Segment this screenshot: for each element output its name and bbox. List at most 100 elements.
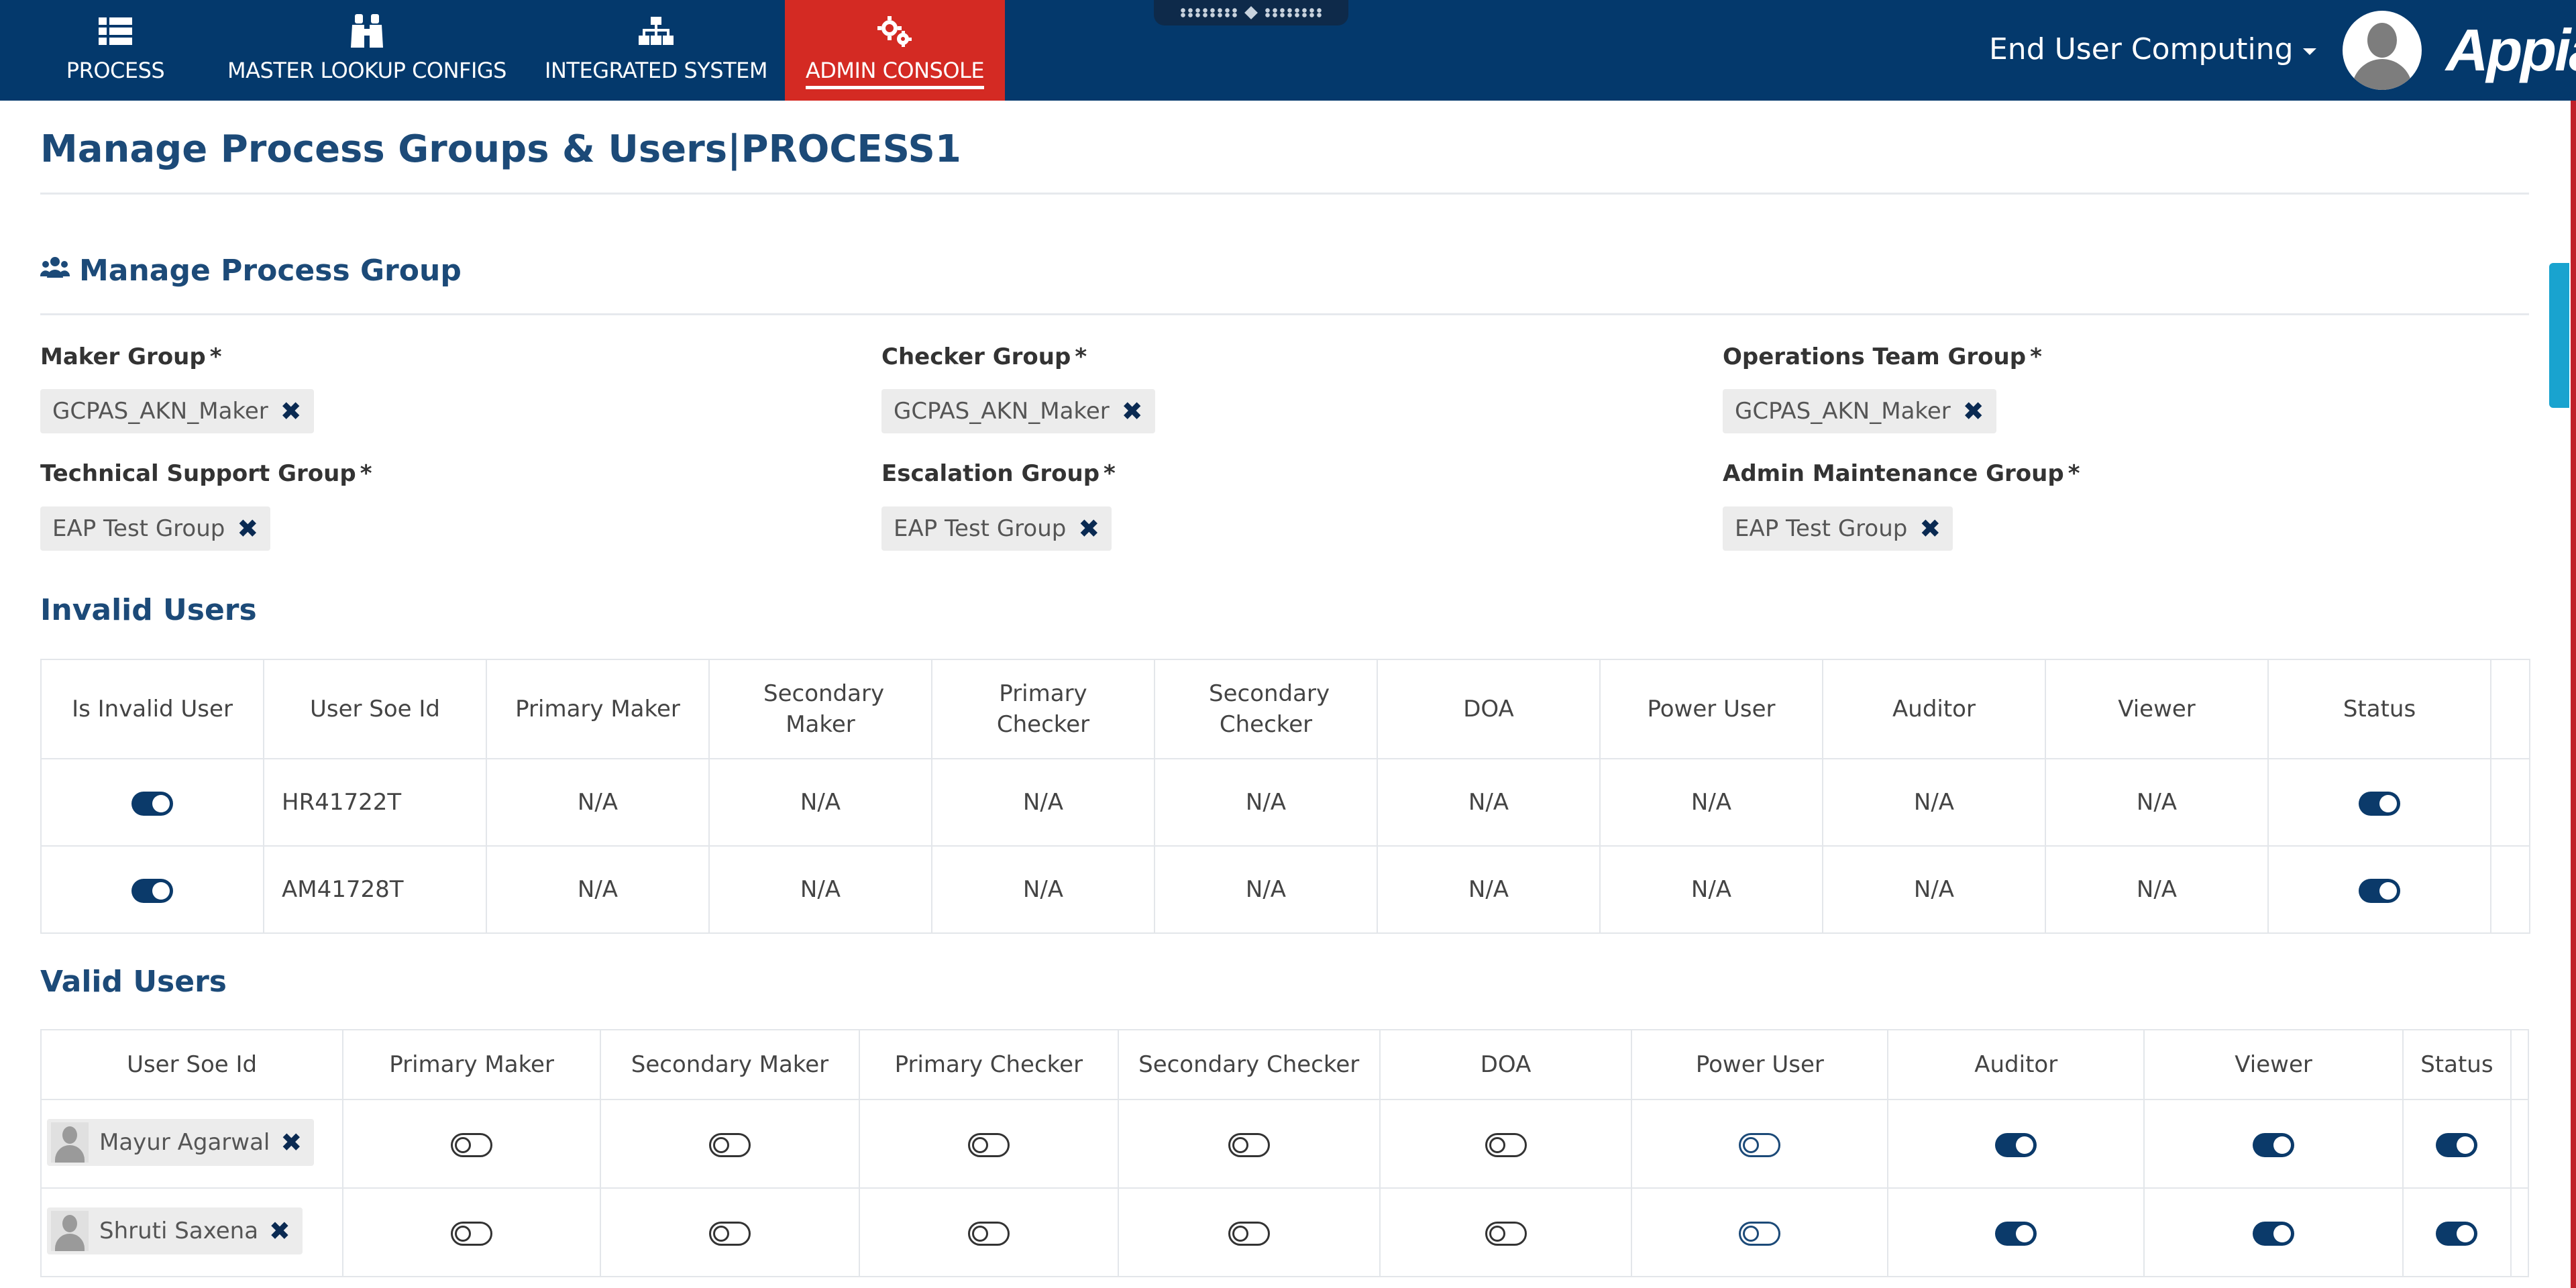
column-header-empty — [2490, 659, 2530, 759]
nav-item-master-lookup-configs[interactable]: MASTER LOOKUP CONFIGS — [225, 0, 508, 101]
is-invalid-user-toggle[interactable] — [131, 878, 173, 903]
sitemap-icon — [639, 17, 674, 46]
avatar[interactable] — [2343, 11, 2422, 90]
status-toggle[interactable] — [2359, 791, 2400, 816]
nav-item-process[interactable]: PROCESS — [35, 0, 196, 101]
column-header: User Soe Id — [263, 659, 487, 759]
remove-icon[interactable]: ✖ — [1919, 514, 1941, 543]
column-header-empty — [2510, 1029, 2530, 1100]
column-header: Secondary Maker — [600, 1029, 860, 1100]
chip-label: EAP Test Group — [1735, 515, 1908, 542]
grip-dots-icon — [1179, 8, 1238, 17]
secondary-maker-toggle[interactable] — [708, 1221, 751, 1246]
secondary-maker-toggle[interactable] — [708, 1132, 751, 1157]
column-header: Primary Checker — [931, 659, 1155, 759]
primary-maker-value: N/A — [486, 758, 710, 847]
status-toggle[interactable] — [2436, 1132, 2478, 1157]
chip-label: EAP Test Group — [52, 515, 225, 542]
doa-toggle[interactable] — [1485, 1221, 1527, 1246]
checker-group-label: Checker Group * — [881, 343, 1087, 370]
secondary-checker-value: N/A — [1154, 845, 1378, 934]
column-header: Power User — [1599, 659, 1823, 759]
diamond-icon — [1244, 6, 1258, 19]
chip-label: GCPAS_AKN_Maker — [52, 398, 268, 425]
remove-icon[interactable]: ✖ — [280, 1128, 302, 1157]
secondary-checker-toggle[interactable] — [1228, 1221, 1270, 1246]
remove-icon[interactable]: ✖ — [1078, 514, 1099, 543]
status-toggle[interactable] — [2436, 1221, 2478, 1246]
binoculars-icon — [350, 14, 384, 48]
drag-handle[interactable] — [1154, 0, 1348, 25]
user-soe-id: AM41728T — [263, 845, 487, 934]
users-group-icon — [40, 254, 70, 288]
user-chip: Mayur Agarwal ✖ — [47, 1119, 315, 1166]
column-header: Secondary Checker — [1117, 1029, 1381, 1100]
viewer-toggle[interactable] — [2253, 1221, 2295, 1246]
auditor-toggle[interactable] — [1995, 1132, 2037, 1157]
doa-value: N/A — [1377, 845, 1601, 934]
user-soe-id: HR41722T — [263, 758, 487, 847]
nav-item-admin-console[interactable]: ADMIN CONSOLE — [785, 0, 1005, 101]
viewer-toggle[interactable] — [2253, 1132, 2295, 1157]
nav-label-process: PROCESS — [66, 58, 165, 83]
doa-toggle[interactable] — [1485, 1132, 1527, 1157]
table-row: HR41722T N/A N/A N/A N/A N/A N/A N/A N/A — [40, 758, 2530, 847]
status-toggle[interactable] — [2359, 878, 2400, 903]
remove-icon[interactable]: ✖ — [237, 514, 258, 543]
admin-maintenance-group-label: Admin Maintenance Group * — [1723, 460, 2080, 487]
column-header: Auditor — [1822, 659, 2046, 759]
primary-checker-toggle[interactable] — [967, 1132, 1010, 1157]
primary-maker-toggle[interactable] — [451, 1221, 493, 1246]
column-header: Auditor — [1887, 1029, 2145, 1100]
side-feedback-tab[interactable] — [2549, 263, 2569, 408]
column-header: Status — [2267, 659, 2491, 759]
maker-group-chip: GCPAS_AKN_Maker ✖ — [40, 389, 314, 433]
divider — [40, 193, 2529, 195]
chip-label: GCPAS_AKN_Maker — [894, 398, 1110, 425]
column-header: Primary Maker — [486, 659, 710, 759]
auditor-toggle[interactable] — [1995, 1221, 2037, 1246]
user-menu-label: End User Computing — [1989, 32, 2294, 66]
escalation-group-label: Escalation Group * — [881, 460, 1116, 487]
remove-icon[interactable]: ✖ — [269, 1216, 290, 1246]
auditor-value: N/A — [1822, 758, 2046, 847]
power-user-value: N/A — [1599, 845, 1823, 934]
technical-support-group-label: Technical Support Group * — [40, 460, 372, 487]
secondary-checker-toggle[interactable] — [1228, 1132, 1270, 1157]
nav-item-integrated-system[interactable]: INTEGRATED SYSTEM — [537, 0, 775, 101]
appian-logo: Appian — [2446, 17, 2576, 83]
power-user-value: N/A — [1599, 758, 1823, 847]
table-row: Shruti Saxena ✖ — [40, 1187, 2530, 1277]
column-header: Primary Checker — [858, 1029, 1119, 1100]
power-user-toggle[interactable] — [1739, 1132, 1781, 1157]
doa-value: N/A — [1377, 758, 1601, 847]
power-user-toggle[interactable] — [1739, 1221, 1781, 1246]
is-invalid-user-toggle[interactable] — [131, 791, 173, 816]
user-menu-dropdown[interactable]: End User Computing — [1989, 32, 2316, 66]
nav-label-admin-console: ADMIN CONSOLE — [805, 58, 985, 89]
column-header: Viewer — [2143, 1029, 2404, 1100]
column-header: Secondary Maker — [708, 659, 932, 759]
column-header: DOA — [1377, 659, 1601, 759]
table-header-row: Is Invalid User User Soe Id Primary Make… — [40, 659, 2530, 759]
remove-icon[interactable]: ✖ — [280, 396, 302, 426]
auditor-value: N/A — [1822, 845, 2046, 934]
grip-dots-icon — [1264, 8, 1323, 17]
primary-checker-toggle[interactable] — [967, 1221, 1010, 1246]
gears-icon — [877, 16, 912, 47]
avatar — [51, 1122, 89, 1163]
remove-icon[interactable]: ✖ — [1963, 396, 1984, 426]
column-header: Secondary Checker — [1154, 659, 1378, 759]
viewer-value: N/A — [2045, 758, 2269, 847]
column-header: User Soe Id — [40, 1029, 344, 1100]
valid-users-table: User Soe Id Primary Maker Secondary Make… — [40, 1029, 2530, 1277]
secondary-checker-value: N/A — [1154, 758, 1378, 847]
column-header: Is Invalid User — [40, 659, 264, 759]
primary-maker-toggle[interactable] — [451, 1132, 493, 1157]
primary-checker-value: N/A — [931, 845, 1155, 934]
nav-label-integrated-system: INTEGRATED SYSTEM — [545, 58, 767, 83]
remove-icon[interactable]: ✖ — [1122, 396, 1143, 426]
list-icon — [99, 17, 132, 46]
technical-support-group-chip: EAP Test Group ✖ — [40, 506, 271, 551]
section-title-manage-process-group: Manage Process Group — [40, 254, 462, 288]
